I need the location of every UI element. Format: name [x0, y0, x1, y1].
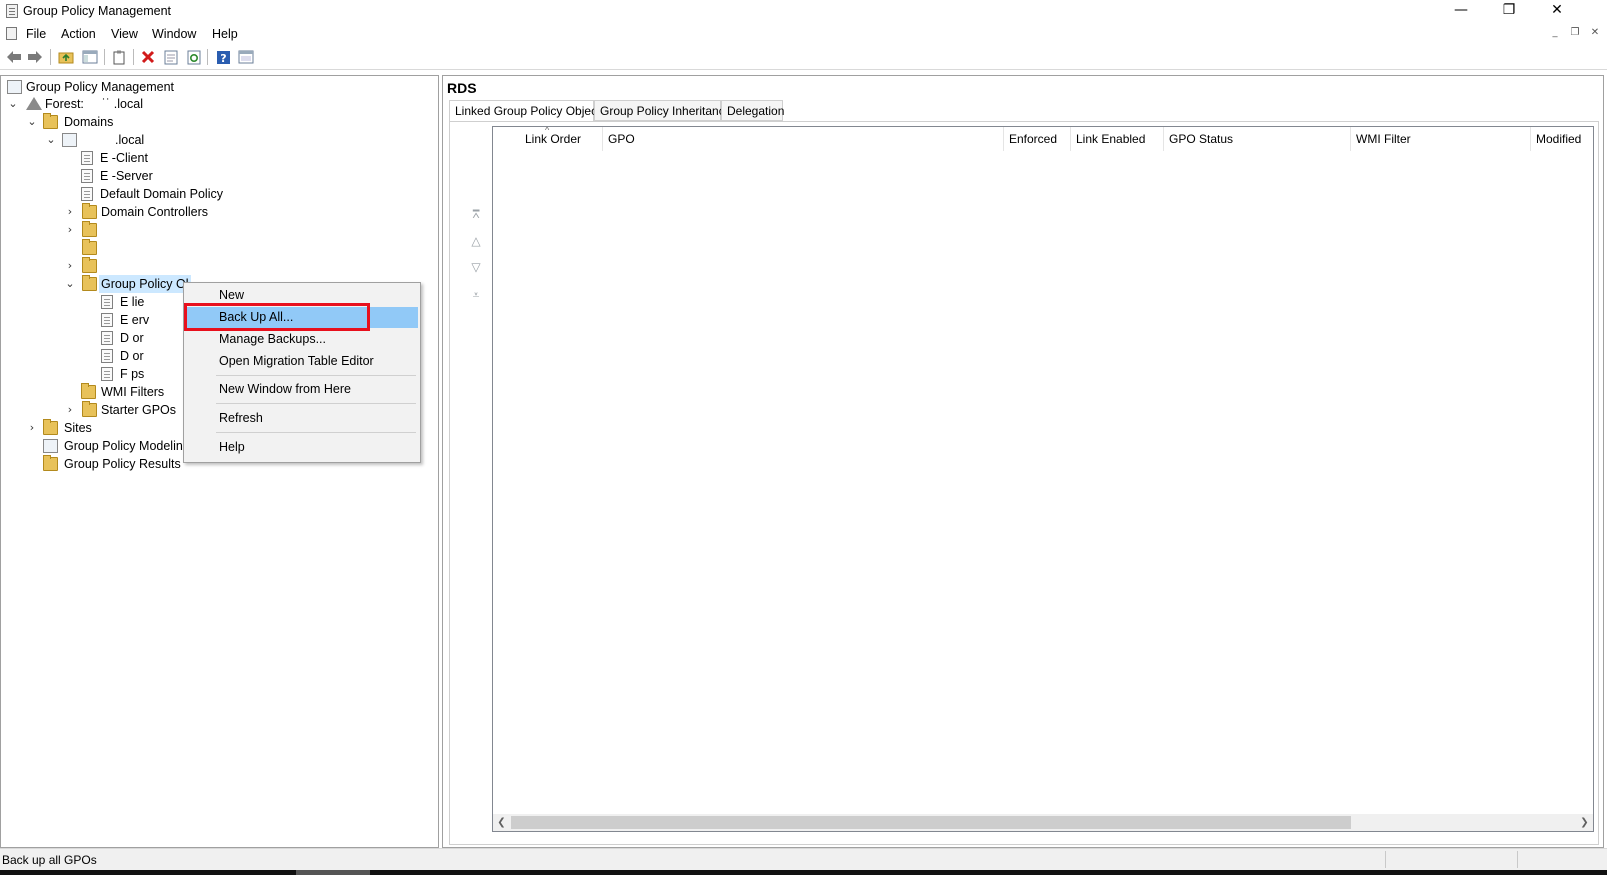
- results-icon: [43, 455, 58, 471]
- menu-action[interactable]: Action: [61, 27, 96, 41]
- back-arrow-icon[interactable]: [4, 48, 24, 66]
- chevron-right-icon[interactable]: ›: [64, 401, 76, 419]
- toolbar: ?: [0, 45, 1607, 70]
- console-icon[interactable]: [236, 48, 256, 66]
- forest-icon: [26, 97, 42, 110]
- column-link-enabled[interactable]: Link Enabled: [1071, 127, 1164, 151]
- chevron-down-icon[interactable]: ⌄: [7, 95, 19, 113]
- bottom-edge: [0, 870, 1607, 875]
- refresh-icon[interactable]: [184, 48, 204, 66]
- menu-view[interactable]: View: [111, 27, 138, 41]
- delete-icon[interactable]: [138, 48, 158, 66]
- gpo-icon: [101, 295, 113, 309]
- chevron-down-icon[interactable]: ⌄: [64, 275, 76, 293]
- document-icon[interactable]: [6, 27, 17, 40]
- status-divider: [1385, 851, 1386, 868]
- menu-item-help[interactable]: Help: [186, 437, 418, 458]
- scroll-left-icon[interactable]: ❮: [493, 814, 510, 831]
- status-bar: Back up all GPOs: [0, 848, 1607, 870]
- clipboard-icon[interactable]: [109, 48, 129, 66]
- move-down-icon[interactable]: ▽: [468, 259, 484, 275]
- gpo-link-icon: [81, 151, 93, 165]
- wmi-folder-icon: [81, 383, 96, 399]
- close-button[interactable]: ✕: [1534, 0, 1580, 22]
- gpo-icon: [101, 331, 113, 345]
- column-enforced[interactable]: Enforced: [1004, 127, 1071, 151]
- horizontal-scrollbar[interactable]: ❮ ❯: [493, 814, 1593, 831]
- ou-folder-icon: [82, 203, 97, 219]
- gpo-link-icon: [81, 169, 93, 183]
- menu-file[interactable]: File: [26, 27, 46, 41]
- menu-help[interactable]: Help: [212, 27, 238, 41]
- mdi-close-button[interactable]: ✕: [1586, 26, 1604, 42]
- column-link-order[interactable]: ^ Link Order: [493, 127, 603, 151]
- domains-folder-icon: [43, 113, 58, 129]
- chevron-right-icon[interactable]: ›: [64, 221, 76, 239]
- menu-separator: [216, 432, 416, 433]
- move-to-top-icon[interactable]: ⩞: [468, 206, 484, 222]
- ou-folder-icon: [82, 239, 97, 255]
- scroll-right-icon[interactable]: ❯: [1576, 814, 1593, 831]
- tab-linked-gpos[interactable]: Linked Group Policy Objects: [449, 100, 606, 122]
- title-bar: Group Policy Management — ❐ ✕: [0, 0, 1607, 22]
- highlight-annotation-box: [184, 303, 370, 331]
- modeling-icon: [43, 439, 58, 453]
- pane-title: RDS: [447, 80, 477, 96]
- status-divider: [1517, 851, 1518, 868]
- svg-text:?: ?: [220, 52, 226, 65]
- tab-delegation[interactable]: Delegation: [721, 100, 784, 121]
- tab-content: ⩞ △ ▽ ⩡ ^ Link Order GPO Enforced Link E…: [449, 121, 1599, 845]
- up-folder-icon[interactable]: [56, 48, 76, 66]
- column-wmi-filter[interactable]: WMI Filter: [1351, 127, 1531, 151]
- minimize-button[interactable]: —: [1438, 0, 1484, 22]
- move-up-icon[interactable]: △: [468, 233, 484, 249]
- menu-bar: File Action View Window Help: [0, 22, 1607, 44]
- tab-inheritance[interactable]: Group Policy Inheritance: [594, 100, 731, 121]
- gpo-icon: [101, 367, 113, 381]
- help-icon[interactable]: ?: [213, 48, 233, 66]
- app-icon: [6, 4, 18, 18]
- menu-window[interactable]: Window: [152, 27, 196, 41]
- column-gpo-status[interactable]: GPO Status: [1164, 127, 1351, 151]
- sort-ascending-icon: ^: [545, 127, 550, 135]
- forward-arrow-icon[interactable]: [25, 48, 45, 66]
- column-modified[interactable]: Modified: [1531, 127, 1593, 151]
- scrollbar-thumb[interactable]: [511, 816, 1351, 829]
- restore-button[interactable]: ❐: [1486, 0, 1532, 22]
- chevron-right-icon[interactable]: ›: [26, 419, 38, 437]
- mdi-restore-button[interactable]: ❐: [1566, 26, 1584, 42]
- details-pane: RDS Linked Group Policy Objects Group Po…: [442, 75, 1604, 848]
- chevron-down-icon[interactable]: ⌄: [45, 131, 57, 149]
- gpo-icon: [101, 313, 113, 327]
- starter-gpos-folder-icon: [82, 401, 97, 417]
- move-to-bottom-icon[interactable]: ⩡: [468, 287, 484, 303]
- menu-separator: [216, 375, 416, 376]
- chevron-down-icon[interactable]: ⌄: [26, 113, 38, 131]
- linked-gpo-list[interactable]: ^ Link Order GPO Enforced Link Enabled G…: [492, 126, 1594, 832]
- window-title: Group Policy Management: [23, 4, 171, 18]
- status-text: Back up all GPOs: [2, 853, 97, 867]
- properties-icon[interactable]: [161, 48, 181, 66]
- menu-item-new-window-from-here[interactable]: New Window from Here: [186, 379, 418, 400]
- mdi-minimize-button[interactable]: _: [1546, 26, 1564, 42]
- gpm-icon: [7, 80, 22, 94]
- menu-item-refresh[interactable]: Refresh: [186, 408, 418, 429]
- show-hide-tree-icon[interactable]: [80, 48, 100, 66]
- ou-folder-icon: [82, 221, 97, 237]
- menu-separator: [216, 403, 416, 404]
- menu-item-open-migration-table-editor[interactable]: Open Migration Table Editor: [186, 351, 418, 372]
- menu-item-manage-backups[interactable]: Manage Backups...: [186, 329, 418, 350]
- ou-folder-icon: [82, 257, 97, 273]
- gpo-folder-icon: [82, 275, 97, 291]
- gpo-icon: [101, 349, 113, 363]
- column-gpo[interactable]: GPO: [603, 127, 1004, 151]
- chevron-right-icon[interactable]: ›: [64, 257, 76, 275]
- domain-icon: [62, 133, 77, 147]
- gpo-link-icon: [81, 187, 93, 201]
- chevron-right-icon[interactable]: ›: [64, 203, 76, 221]
- sites-folder-icon: [43, 419, 58, 435]
